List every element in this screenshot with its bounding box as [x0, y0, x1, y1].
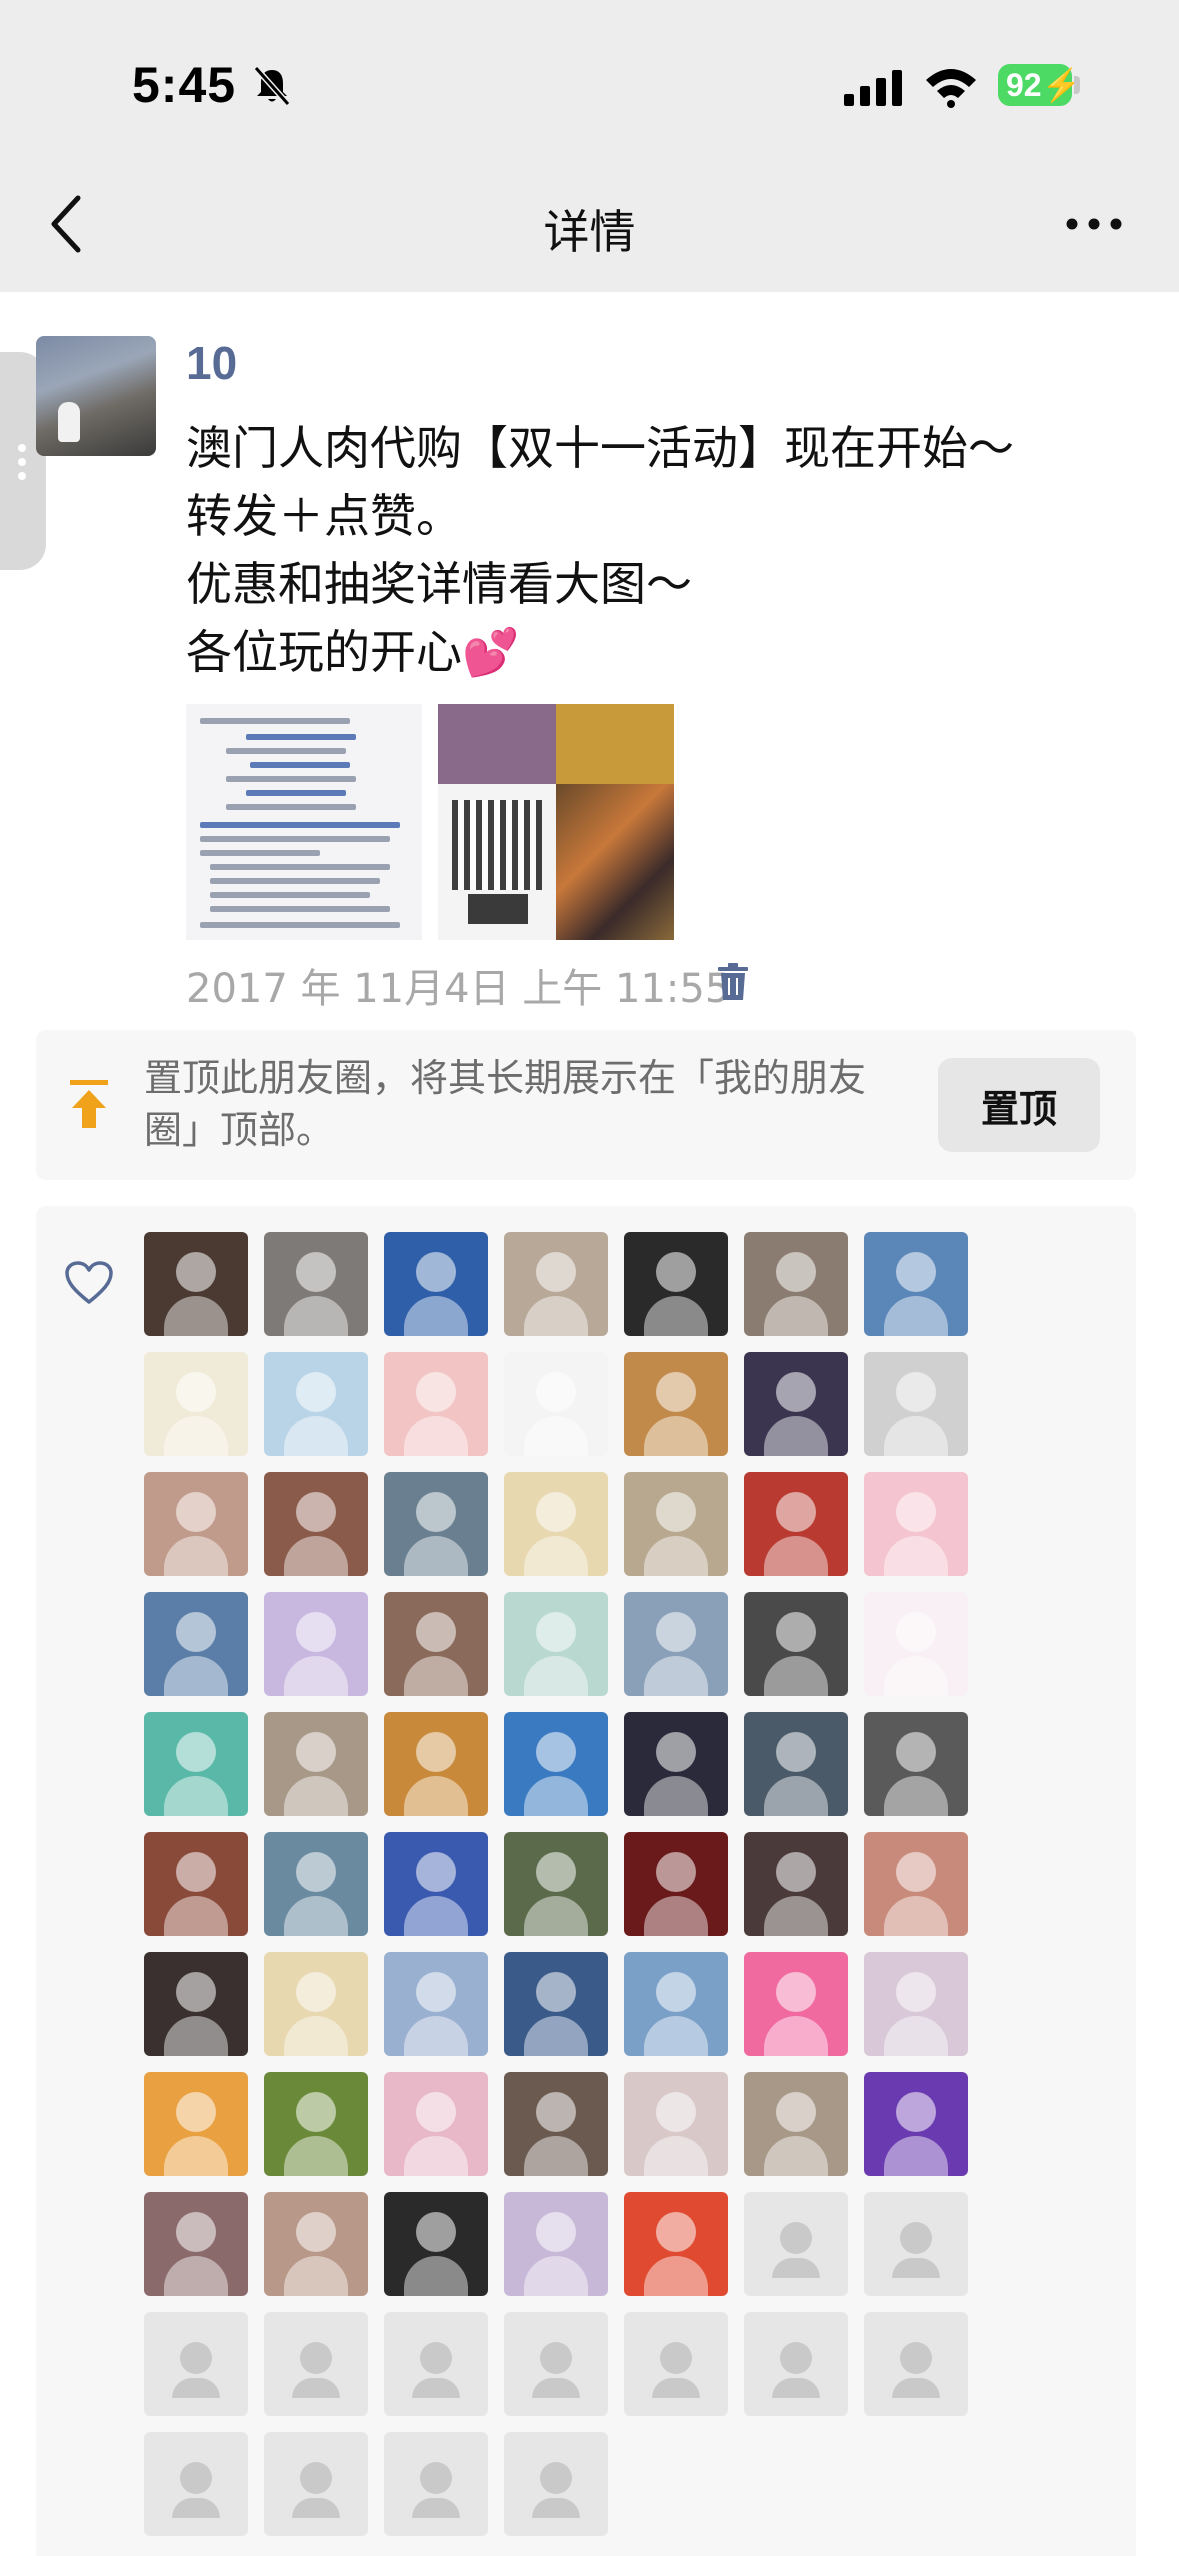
liker-avatar[interactable]	[864, 1952, 968, 2056]
pin-to-top-icon	[70, 1080, 108, 1128]
liker-avatar[interactable]	[624, 1712, 728, 1816]
post-image-2[interactable]	[438, 704, 674, 940]
liker-avatar[interactable]	[144, 1352, 248, 1456]
liker-avatar[interactable]	[744, 1232, 848, 1336]
liker-avatar[interactable]	[264, 1712, 368, 1816]
liker-avatar[interactable]	[144, 1592, 248, 1696]
liker-avatar[interactable]	[744, 1472, 848, 1576]
author-name[interactable]: 10	[186, 336, 237, 390]
liker-avatar[interactable]	[504, 1472, 608, 1576]
liker-avatar[interactable]	[504, 1832, 608, 1936]
liker-avatar[interactable]	[864, 1472, 968, 1576]
liker-avatar[interactable]	[384, 1472, 488, 1576]
liker-avatar[interactable]	[864, 1232, 968, 1336]
liker-avatar[interactable]	[144, 1832, 248, 1936]
status-time: 5:45	[132, 57, 237, 113]
liker-avatar[interactable]	[264, 1232, 368, 1336]
likes-grid	[144, 1232, 984, 2536]
battery-indicator: 92⚡	[998, 64, 1081, 106]
liker-avatar[interactable]	[504, 1352, 608, 1456]
post-line: 各位玩的开心💕	[186, 625, 520, 679]
liker-avatar[interactable]	[864, 1592, 968, 1696]
liker-avatar-placeholder[interactable]	[264, 2432, 368, 2536]
liker-avatar[interactable]	[264, 1472, 368, 1576]
liker-avatar-placeholder[interactable]	[264, 2312, 368, 2416]
liker-avatar[interactable]	[384, 1232, 488, 1336]
liker-avatar[interactable]	[264, 1832, 368, 1936]
liker-avatar[interactable]	[504, 1952, 608, 2056]
liker-avatar[interactable]	[264, 2192, 368, 2296]
bell-off-icon	[253, 66, 291, 106]
liker-avatar[interactable]	[504, 1712, 608, 1816]
post-timestamp: 2017 年 11月4日 上午 11:55	[186, 966, 731, 1012]
liker-avatar[interactable]	[624, 1832, 728, 1936]
liker-avatar[interactable]	[744, 1352, 848, 1456]
liker-avatar[interactable]	[504, 1232, 608, 1336]
liker-avatar[interactable]	[864, 2072, 968, 2176]
liker-avatar[interactable]	[504, 2192, 608, 2296]
liker-avatar-placeholder[interactable]	[864, 2312, 968, 2416]
liker-avatar[interactable]	[144, 1712, 248, 1816]
wifi-icon	[926, 69, 976, 108]
liker-avatar[interactable]	[744, 1832, 848, 1936]
liker-avatar[interactable]	[624, 1352, 728, 1456]
liker-avatar-placeholder[interactable]	[384, 2432, 488, 2536]
liker-avatar[interactable]	[384, 1592, 488, 1696]
liker-avatar[interactable]	[744, 2072, 848, 2176]
liker-avatar[interactable]	[624, 2072, 728, 2176]
liker-avatar[interactable]	[624, 1232, 728, 1336]
liker-avatar-placeholder[interactable]	[504, 2312, 608, 2416]
post-line: 转发＋点赞。	[186, 489, 462, 543]
liker-avatar[interactable]	[624, 1472, 728, 1576]
more-icon[interactable]	[1064, 214, 1124, 234]
liker-avatar-placeholder[interactable]	[744, 2312, 848, 2416]
liker-avatar[interactable]	[144, 1232, 248, 1336]
liker-avatar[interactable]	[864, 1352, 968, 1456]
liker-avatar[interactable]	[144, 1472, 248, 1576]
liker-avatar[interactable]	[384, 1832, 488, 1936]
post-image-1[interactable]	[186, 704, 422, 940]
post-line: 优惠和抽奖详情看大图～	[186, 557, 692, 611]
liker-avatar-placeholder[interactable]	[384, 2312, 488, 2416]
liker-avatar[interactable]	[624, 2192, 728, 2296]
post-line: 澳门人肉代购【双十一活动】现在开始～	[186, 421, 1014, 475]
liker-avatar-placeholder[interactable]	[624, 2312, 728, 2416]
liker-avatar[interactable]	[864, 1712, 968, 1816]
pin-description: 置顶此朋友圈，将其长期展示在「我的朋友圈」顶部。	[144, 1056, 867, 1152]
liker-avatar[interactable]	[744, 1592, 848, 1696]
liker-avatar[interactable]	[264, 2072, 368, 2176]
liker-avatar[interactable]	[384, 2192, 488, 2296]
liker-avatar-placeholder[interactable]	[144, 2312, 248, 2416]
liker-avatar[interactable]	[264, 1352, 368, 1456]
liker-avatar[interactable]	[144, 1952, 248, 2056]
liker-avatar[interactable]	[384, 1952, 488, 2056]
post-text: 澳门人肉代购【双十一活动】现在开始～ 转发＋点赞。 优惠和抽奖详情看大图～ 各位…	[186, 414, 1086, 686]
liker-avatar-placeholder[interactable]	[144, 2432, 248, 2536]
liker-avatar[interactable]	[264, 1952, 368, 2056]
liker-avatar-placeholder[interactable]	[864, 2192, 968, 2296]
trash-icon[interactable]	[716, 962, 750, 1002]
liker-avatar[interactable]	[384, 2072, 488, 2176]
liker-avatar[interactable]	[504, 2072, 608, 2176]
liker-avatar[interactable]	[384, 1352, 488, 1456]
liker-avatar-placeholder[interactable]	[504, 2432, 608, 2536]
liker-avatar[interactable]	[864, 1832, 968, 1936]
liker-avatar[interactable]	[624, 1952, 728, 2056]
author-avatar[interactable]	[36, 336, 156, 456]
liker-avatar[interactable]	[744, 1712, 848, 1816]
liker-avatar[interactable]	[744, 1952, 848, 2056]
signal-icon	[844, 70, 902, 106]
liker-avatar-placeholder[interactable]	[744, 2192, 848, 2296]
battery-cap	[1074, 76, 1080, 94]
liker-avatar[interactable]	[264, 1592, 368, 1696]
pin-button[interactable]: 置顶	[938, 1058, 1100, 1152]
liker-avatar[interactable]	[624, 1592, 728, 1696]
liker-avatar[interactable]	[384, 1712, 488, 1816]
liker-avatar[interactable]	[144, 2192, 248, 2296]
liker-avatar[interactable]	[504, 1592, 608, 1696]
two-hearts-emoji: 💕	[462, 625, 520, 679]
page-title: 详情	[543, 205, 636, 259]
liker-avatar[interactable]	[144, 2072, 248, 2176]
heart-icon	[65, 1261, 113, 1304]
